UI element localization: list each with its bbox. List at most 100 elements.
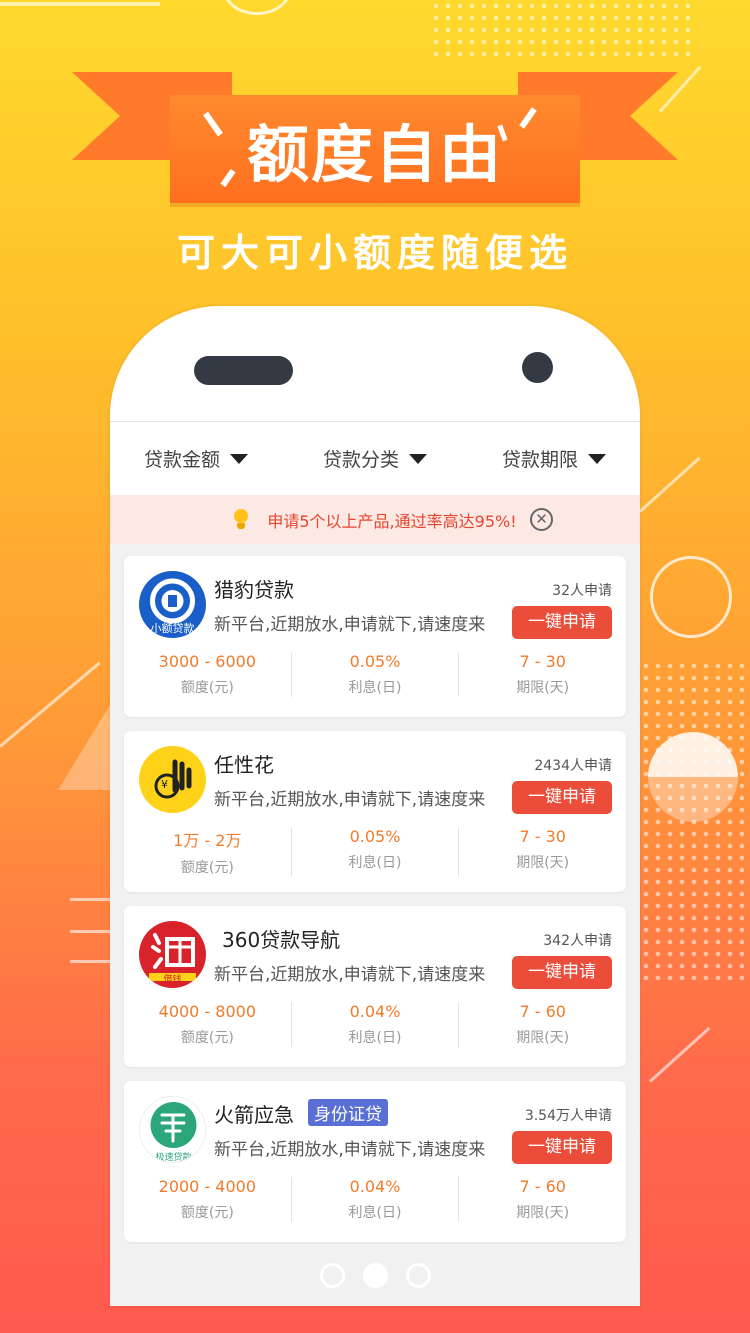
stat-value: 3000 - 6000 xyxy=(158,652,257,671)
stat-amount: 3000 - 6000 额度(元) xyxy=(124,652,292,697)
stat-term: 7 - 30 期限(天) xyxy=(459,652,626,697)
product-description: 新平台,近期放水,申请就下,请速度来 xyxy=(214,1140,486,1160)
caret-down-icon xyxy=(409,453,427,464)
apply-button[interactable]: 一键申请 xyxy=(512,1131,612,1164)
applicant-count: 32人申请 xyxy=(552,583,612,599)
product-card[interactable]: 极速贷款 火箭应急 身份证贷 3.54万人申请 新平台,近期放水,申请就下,请速度… xyxy=(124,1081,626,1242)
product-tag: 身份证贷 xyxy=(308,1099,388,1126)
phone-speaker xyxy=(194,356,293,385)
product-stats: 3000 - 6000 额度(元) 0.05% 利息(日) 7 - 30 期限(… xyxy=(124,652,626,697)
stat-label: 期限(天) xyxy=(516,1205,570,1221)
stat-label: 额度(元) xyxy=(180,1030,234,1046)
page-dot-active[interactable] xyxy=(362,1263,388,1288)
decor-line-3 xyxy=(70,960,110,963)
filter-loan-term[interactable]: 贷款期限 xyxy=(502,445,606,472)
decor-triangle-left xyxy=(58,700,113,790)
stat-value: 0.05% xyxy=(349,827,401,846)
product-card[interactable]: ¥ 任性花 2434人申请 新平台,近期放水,申请就下,请速度来 一键申请 1万… xyxy=(124,731,626,892)
banner-subtitle: 可大可小额度随便选 xyxy=(176,231,573,275)
filter-label: 贷款金额 xyxy=(144,449,221,471)
filter-label: 贷款期限 xyxy=(501,449,578,471)
product-logo: 小额贷款 xyxy=(139,571,206,638)
decor-line-4 xyxy=(0,661,101,748)
product-card[interactable]: 小额贷款 猎豹贷款 32人申请 新平台,近期放水,申请就下,请速度来 一键申请 … xyxy=(124,556,626,717)
page-dot[interactable] xyxy=(405,1263,431,1288)
decor-line-6 xyxy=(648,1026,711,1083)
applicant-count: 342人申请 xyxy=(543,933,612,949)
caret-down-icon xyxy=(230,453,249,464)
decor-line-1 xyxy=(70,898,110,901)
product-name: 任性花 xyxy=(214,753,274,777)
notice-text: 申请5个以上产品,通过率高达95%! xyxy=(267,511,517,531)
product-list: 小额贷款 猎豹贷款 32人申请 新平台,近期放水,申请就下,请速度来 一键申请 … xyxy=(110,544,640,1242)
stat-value: 7 - 30 xyxy=(519,652,566,671)
decor-half-circle xyxy=(648,732,738,822)
product-description: 新平台,近期放水,申请就下,请速度来 xyxy=(214,790,486,810)
apply-button[interactable]: 一键申请 xyxy=(512,606,612,639)
product-description: 新平台,近期放水,申请就下,请速度来 xyxy=(214,615,486,635)
product-stats: 1万 - 2万 额度(元) 0.05% 利息(日) 7 - 30 期限(天) xyxy=(124,827,626,877)
product-logo: 借钱 xyxy=(139,921,206,988)
sparkle-mark xyxy=(220,168,236,188)
product-name: 360贷款导航 xyxy=(222,928,341,952)
stat-value: 7 - 60 xyxy=(519,1177,566,1196)
stat-label: 利息(日) xyxy=(348,680,402,696)
filter-loan-amount[interactable]: 贷款金额 xyxy=(144,445,249,472)
stat-label: 利息(日) xyxy=(348,1030,402,1046)
stat-amount: 4000 - 8000 额度(元) xyxy=(124,1002,292,1047)
sparkle-mark xyxy=(519,107,537,129)
stat-amount: 1万 - 2万 额度(元) xyxy=(124,827,292,877)
notice-bar: 申请5个以上产品,通过率高达95%! ✕ xyxy=(110,495,640,544)
stat-value: 2000 - 4000 xyxy=(158,1177,257,1196)
product-stats: 2000 - 4000 额度(元) 0.04% 利息(日) 7 - 60 期限(… xyxy=(124,1177,626,1222)
filter-loan-category[interactable]: 贷款分类 xyxy=(323,445,427,472)
decor-dots-right xyxy=(640,660,750,980)
filter-label: 贷款分类 xyxy=(322,449,399,471)
page-dot[interactable] xyxy=(319,1263,345,1288)
stat-term: 7 - 60 期限(天) xyxy=(459,1002,626,1047)
banner-title: 额度自由 xyxy=(246,118,503,191)
stat-term: 7 - 60 期限(天) xyxy=(459,1177,626,1222)
apply-button[interactable]: 一键申请 xyxy=(512,781,612,814)
product-name-text: 火箭应急 xyxy=(214,1103,294,1127)
stat-label: 额度(元) xyxy=(180,1205,234,1221)
decor-line-5 xyxy=(638,456,701,513)
lightbulb-icon xyxy=(233,508,249,531)
stat-interest: 0.04% 利息(日) xyxy=(292,1002,460,1047)
phone-mockup: 贷款金额 贷款分类 贷款期限 申请5个以上产品,通过率高达95%! ✕ 小额贷款… xyxy=(110,306,640,1306)
logo-caption: 借钱 xyxy=(163,975,182,985)
stat-value: 7 - 60 xyxy=(519,1002,566,1021)
apply-button[interactable]: 一键申请 xyxy=(512,956,612,989)
stat-value: 0.04% xyxy=(349,1002,401,1021)
product-card[interactable]: 借钱 360贷款导航 342人申请 新平台,近期放水,申请就下,请速度来 一键申… xyxy=(124,906,626,1067)
stat-term: 7 - 30 期限(天) xyxy=(459,827,626,877)
phone-camera xyxy=(522,352,553,383)
stat-label: 期限(天) xyxy=(516,680,570,696)
caret-down-icon xyxy=(587,453,606,464)
logo-caption: 小额贷款 xyxy=(150,622,195,635)
decor-line-2 xyxy=(70,930,110,933)
logo-caption: 极速贷款 xyxy=(155,1153,192,1163)
stat-interest: 0.04% 利息(日) xyxy=(292,1177,460,1222)
product-stats: 4000 - 8000 额度(元) 0.04% 利息(日) 7 - 60 期限(… xyxy=(124,1002,626,1047)
stat-amount: 2000 - 4000 额度(元) xyxy=(124,1177,292,1222)
product-name: 猎豹贷款 xyxy=(214,578,294,602)
stat-value: 4000 - 8000 xyxy=(158,1002,257,1021)
product-logo: ¥ xyxy=(139,746,206,813)
stat-label: 期限(天) xyxy=(516,1030,570,1046)
product-logo: 极速贷款 xyxy=(139,1096,206,1163)
decor-line-7 xyxy=(0,2,160,6)
stat-label: 利息(日) xyxy=(348,855,402,871)
filter-bar: 贷款金额 贷款分类 贷款期限 xyxy=(110,422,640,495)
stat-interest: 0.05% 利息(日) xyxy=(292,652,460,697)
stat-label: 额度(元) xyxy=(180,680,234,696)
stat-label: 期限(天) xyxy=(516,855,570,871)
close-icon[interactable]: ✕ xyxy=(530,508,553,531)
applicant-count: 2434人申请 xyxy=(534,758,612,774)
ribbon-banner: 额度自由 xyxy=(170,95,580,203)
logo-caption: ¥ xyxy=(161,778,168,791)
stat-label: 利息(日) xyxy=(348,1205,402,1221)
stat-value: 0.04% xyxy=(349,1177,401,1196)
page-indicator xyxy=(0,1263,750,1288)
decor-ring-top xyxy=(222,0,292,15)
